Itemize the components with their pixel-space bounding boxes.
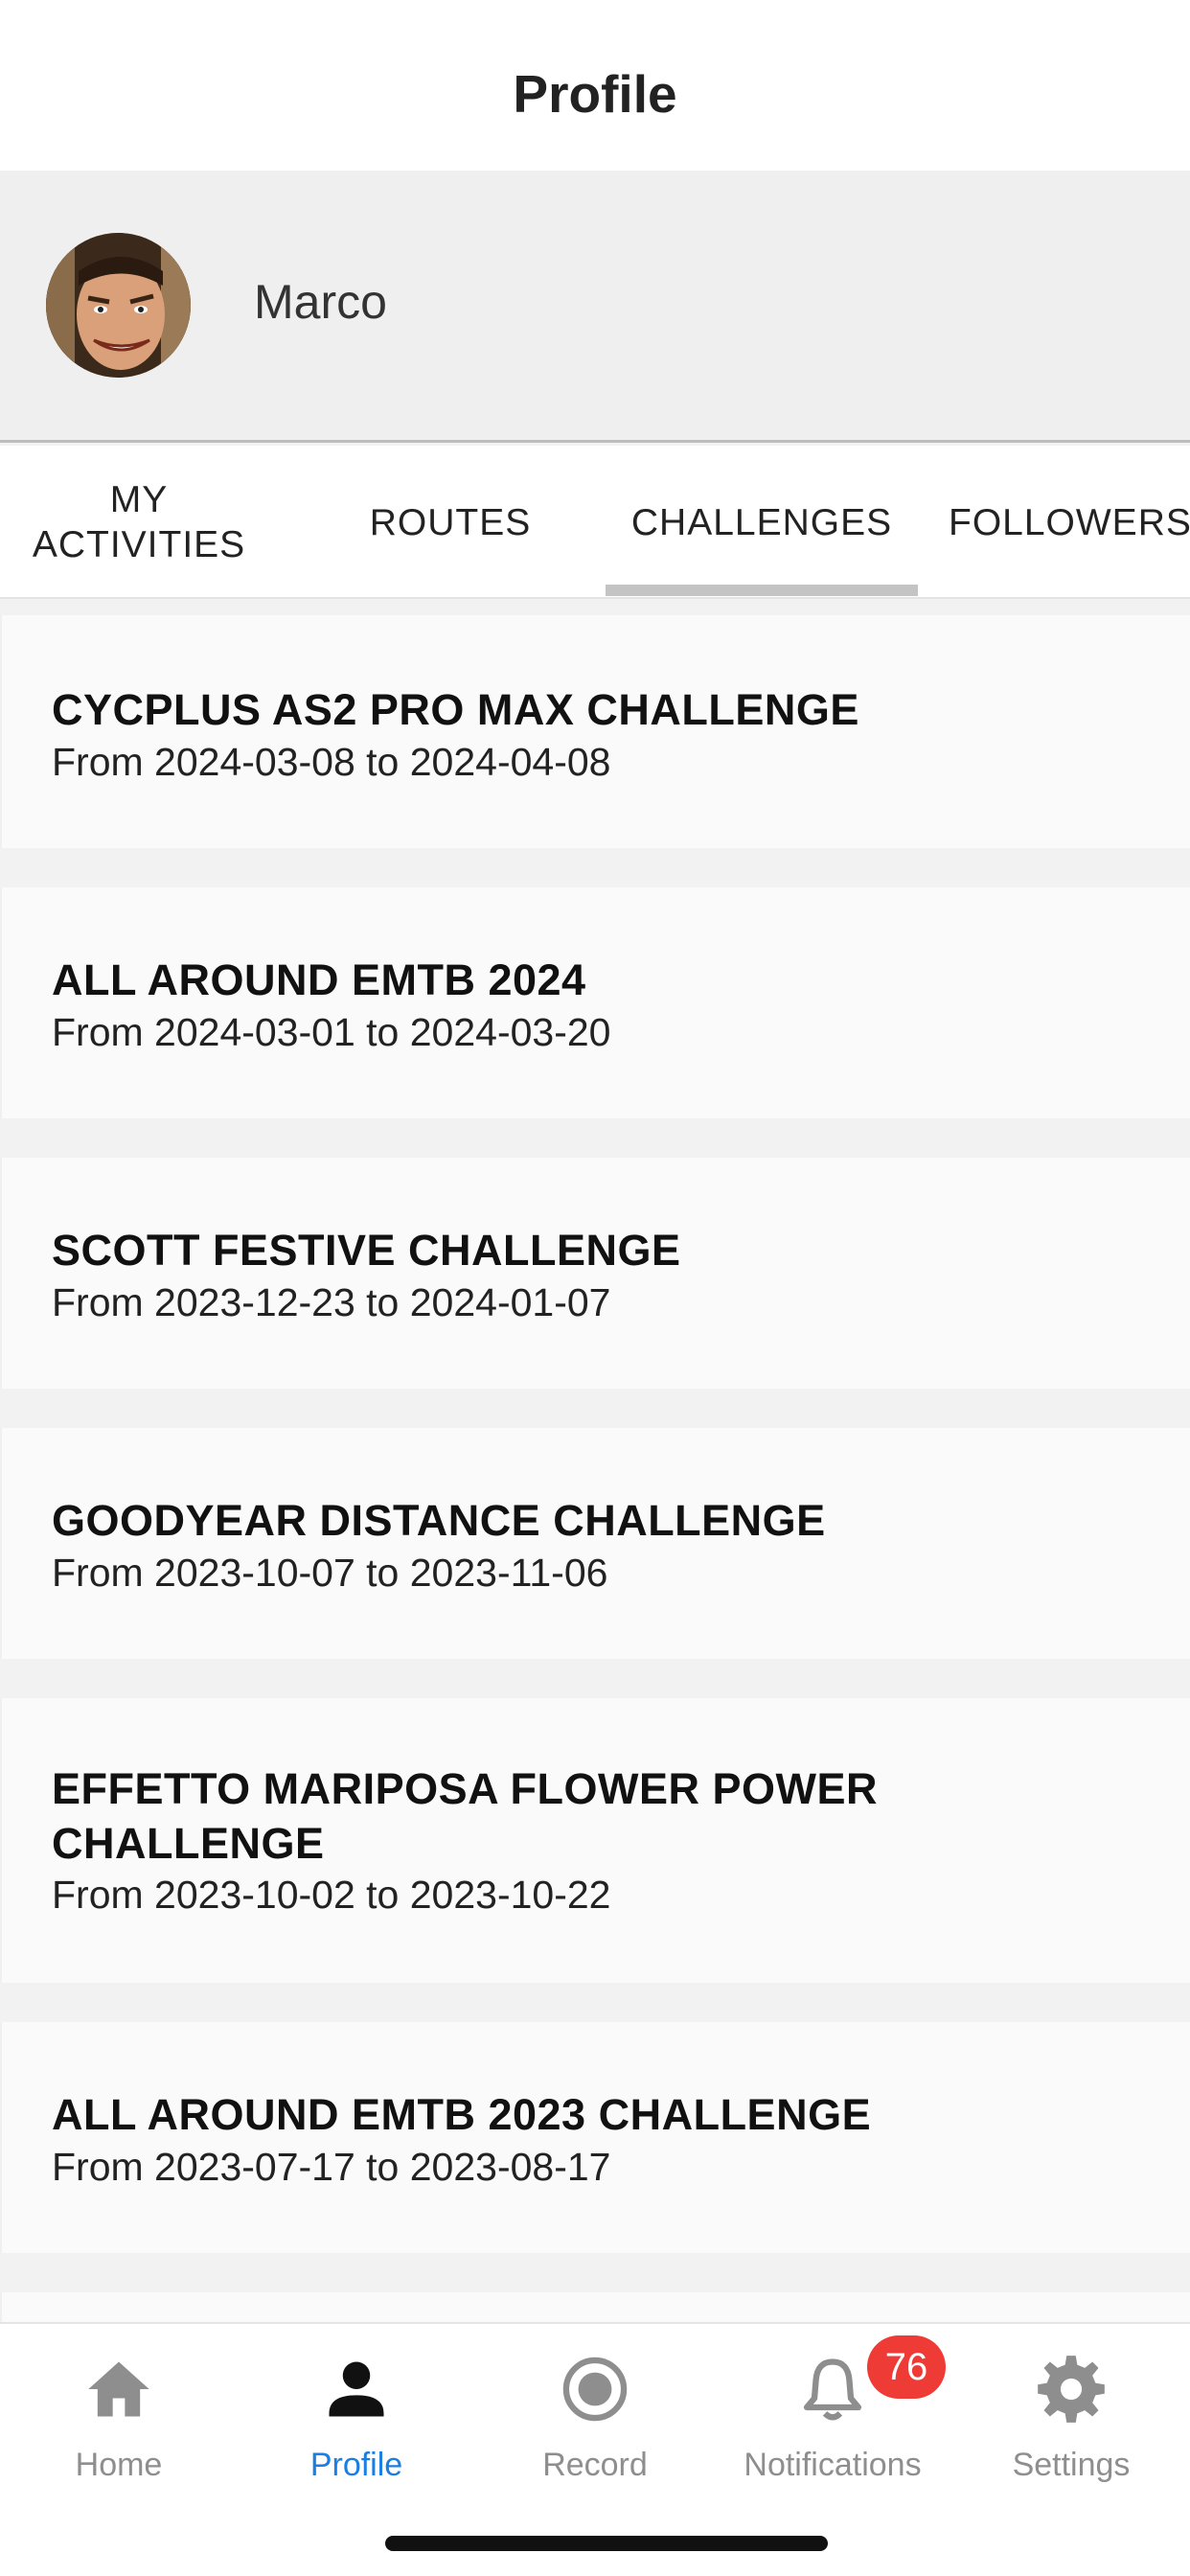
- tab-challenges[interactable]: CHALLENGES: [606, 446, 918, 599]
- bottom-navigation: Home Profile Record Notifications Settin…: [0, 2322, 1190, 2576]
- nav-home-label: Home: [75, 2447, 163, 2483]
- tab-my-activities[interactable]: MY ACTIVITIES: [0, 446, 278, 599]
- challenge-title: GOODYEAR DISTANCE CHALLENGE: [52, 1496, 826, 1545]
- challenge-title: SCOTT FESTIVE CHALLENGE: [52, 1226, 681, 1275]
- profile-banner: Marco: [0, 171, 1190, 443]
- nav-record-label: Record: [542, 2447, 648, 2483]
- tab-my-activities-line2: ACTIVITIES: [32, 524, 246, 565]
- notifications-badge: 76: [867, 2335, 946, 2399]
- challenge-card[interactable]: ALL AROUND EMTB 2023 CHALLENGE From 2023…: [0, 2022, 1190, 2253]
- challenge-dates: From 2024-03-01 to 2024-03-20: [52, 1010, 611, 1054]
- nav-settings[interactable]: Settings: [952, 2324, 1190, 2516]
- avatar-image: [46, 233, 191, 378]
- active-tab-indicator: [606, 585, 918, 596]
- nav-settings-label: Settings: [1012, 2447, 1131, 2483]
- avatar[interactable]: [46, 233, 191, 378]
- nav-profile[interactable]: Profile: [238, 2324, 475, 2516]
- challenge-card[interactable]: CYCPLUS AS2 PRO MAX CHALLENGE From 2024-…: [0, 615, 1190, 848]
- nav-home[interactable]: Home: [0, 2324, 238, 2516]
- challenge-dates: From 2023-12-23 to 2024-01-07: [52, 1280, 611, 1324]
- tab-routes[interactable]: ROUTES: [307, 446, 594, 599]
- profile-username: Marco: [254, 275, 387, 329]
- challenge-title: ALL AROUND EMTB 2024: [52, 955, 586, 1004]
- page-title: Profile: [513, 64, 677, 124]
- top-header: Profile: [0, 0, 1190, 171]
- challenge-card[interactable]: GOODYEAR DISTANCE CHALLENGE From 2023-10…: [0, 1428, 1190, 1659]
- challenge-title: CYCPLUS AS2 PRO MAX CHALLENGE: [52, 685, 859, 734]
- nav-record[interactable]: Record: [476, 2324, 714, 2516]
- challenge-card[interactable]: SCOTT FESTIVE CHALLENGE From 2023-12-23 …: [0, 1158, 1190, 1389]
- tab-my-activities-line1: MY: [109, 479, 169, 520]
- home-indicator: [385, 2536, 828, 2551]
- challenge-title: EFFETTO MARIPOSA FLOWER POWER CHALLENGE: [52, 1764, 878, 1868]
- gear-icon: [1038, 2356, 1105, 2423]
- home-icon: [88, 2361, 149, 2417]
- challenge-card[interactable]: ALL AROUND EMTB 2024 From 2024-03-01 to …: [0, 887, 1190, 1118]
- challenge-dates: From 2024-03-08 to 2024-04-08: [52, 740, 611, 784]
- record-icon: [562, 2357, 628, 2422]
- challenge-dates: From 2023-10-07 to 2023-11-06: [52, 1551, 608, 1595]
- app-root: Profile Marco MY ACTIVITIES ROUTES CHALL…: [0, 0, 1190, 2576]
- person-icon: [329, 2361, 384, 2417]
- challenge-card[interactable]: EFFETTO MARIPOSA FLOWER POWER CHALLENGE …: [0, 1698, 1190, 1983]
- profile-tabs: MY ACTIVITIES ROUTES CHALLENGES FOLLOWER…: [0, 446, 1190, 599]
- challenge-dates: From 2023-07-17 to 2023-08-17: [52, 2145, 611, 2189]
- nav-notifications-label: Notifications: [744, 2447, 922, 2483]
- nav-profile-label: Profile: [309, 2447, 403, 2483]
- tab-followers[interactable]: FOLLOWERS: [949, 446, 1190, 599]
- challenge-title: ALL AROUND EMTB 2023 CHALLENGE: [52, 2090, 872, 2139]
- bell-icon: [803, 2358, 862, 2421]
- challenge-dates: From 2023-10-02 to 2023-10-22: [52, 1873, 611, 1917]
